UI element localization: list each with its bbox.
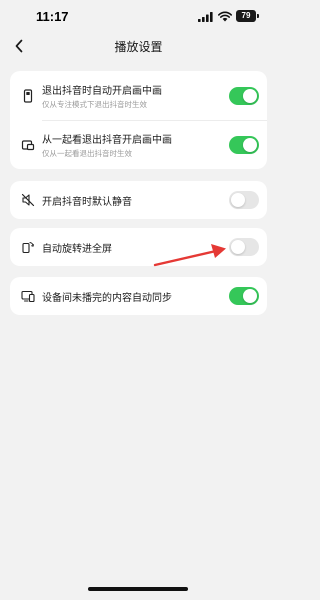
signal-icon [198, 12, 213, 22]
setting-title: 设备间未播完的内容自动同步 [42, 293, 172, 304]
setting-row-default-mute: 开启抖音时默认静音 [10, 181, 267, 219]
settings-card-sync: 设备间未播完的内容自动同步 [10, 277, 267, 315]
battery-cap [257, 14, 259, 18]
setting-subtitle: 仅从专注模式下退出抖音时生效 [42, 100, 147, 109]
status-time: 11:17 [36, 9, 69, 24]
battery-icon: 79 [236, 10, 256, 22]
setting-title: 退出抖音时自动开启画中画 [42, 86, 162, 97]
toggle-knob [231, 193, 245, 207]
toggle-watch-together-pip[interactable] [229, 136, 259, 154]
device-sync-icon [21, 290, 35, 303]
rotate-screen-icon [22, 241, 34, 254]
toggle-knob [243, 289, 257, 303]
setting-row-watch-together-pip: 从一起看退出抖音开启画中画 仅从一起看退出抖音时生效 [10, 120, 267, 169]
settings-card-rotate: 自动旋转进全屏 [10, 228, 267, 266]
wifi-icon [218, 11, 232, 22]
nav-bar: 播放设置 [0, 32, 277, 60]
settings-card-mute: 开启抖音时默认静音 [10, 181, 267, 219]
page-title: 播放设置 [114, 40, 163, 54]
toggle-knob [243, 138, 257, 152]
toggle-device-sync[interactable] [229, 287, 259, 305]
setting-title: 从一起看退出抖音开启画中画 [42, 135, 172, 146]
toggle-default-mute[interactable] [229, 191, 259, 209]
setting-row-device-sync: 设备间未播完的内容自动同步 [10, 277, 267, 315]
setting-title: 自动旋转进全屏 [42, 244, 112, 255]
setting-row-auto-rotate: 自动旋转进全屏 [10, 228, 267, 266]
status-bar: 11:17 79 [0, 0, 277, 32]
toggle-knob [243, 89, 257, 103]
setting-title: 开启抖音时默认静音 [42, 197, 132, 208]
toggle-exit-auto-pip[interactable] [229, 87, 259, 105]
setting-row-exit-auto-pip: 退出抖音时自动开启画中画 仅从专注模式下退出抖音时生效 [10, 71, 267, 120]
phone-portrait-icon [23, 89, 33, 103]
toggle-auto-rotate[interactable] [229, 238, 259, 256]
settings-card-pip: 退出抖音时自动开启画中画 仅从专注模式下退出抖音时生效 从一起看退出抖音开启画中… [10, 71, 267, 169]
home-indicator [88, 587, 188, 591]
toggle-knob [231, 240, 245, 254]
speaker-mute-icon [21, 193, 35, 207]
setting-subtitle: 仅从一起看退出抖音时生效 [42, 149, 132, 158]
pip-icon [21, 140, 35, 151]
